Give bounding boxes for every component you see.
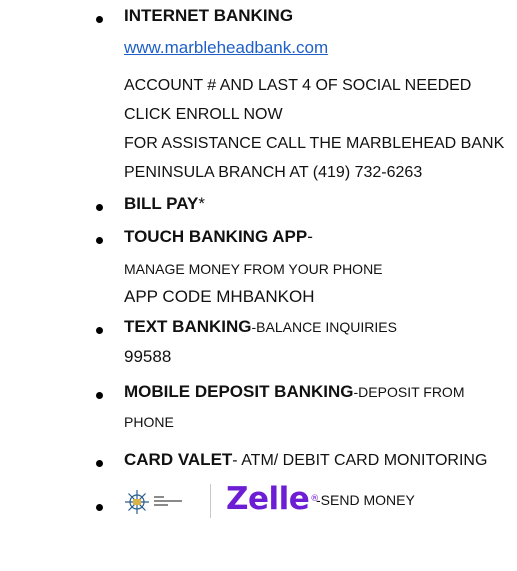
item-title-internet-banking: INTERNET BANKING [124,6,294,25]
item-touch-banking: TOUCH BANKING APP- [124,227,313,247]
item-title-mobile-deposit: MOBILE DEPOSIT BANKING [124,382,354,401]
bullet [96,237,103,244]
text-banking-number: 99588 [124,347,172,366]
bullet [96,327,103,334]
item-title-text-banking: TEXT BANKING [124,317,252,336]
internet-banking-line: ACCOUNT # AND LAST 4 OF SOCIAL NEEDED [124,77,472,94]
marblehead-bank-logo [124,489,202,515]
bullet [96,504,103,511]
zelle-wordmark: Zelle [226,481,310,517]
bank-website-link[interactable]: www.marbleheadbank.com [124,38,328,58]
bill-pay-asterisk: * [198,194,205,213]
ship-wheel-icon [125,490,182,514]
services-document: INTERNET BANKING www.marbleheadbank.com … [0,0,517,571]
bullet [96,460,103,467]
bullet [96,392,103,399]
touch-banking-app-code: APP CODE MHBANKOH [124,287,315,306]
mobile-deposit-suffix: -DEPOSIT FROM [353,384,465,400]
zelle-suffix: -SEND MONEY [316,492,415,508]
internet-banking-line: FOR ASSISTANCE CALL THE MARBLEHEAD BANK [124,135,505,152]
touch-banking-hyphen: - [307,227,313,246]
item-title-card-valet: CARD VALET [124,450,233,469]
text-banking-suffix: -BALANCE INQUIRIES [251,319,397,335]
bullet [96,16,103,23]
zelle-logo: Zelle® [226,482,319,516]
item-card-valet: CARD VALET- ATM/ DEBIT CARD MONITORING [124,450,487,470]
logo-divider [210,484,211,518]
item-title-touch-banking: TOUCH BANKING APP [124,227,308,246]
item-mobile-deposit: MOBILE DEPOSIT BANKING-DEPOSIT FROM [124,382,464,402]
internet-banking-line: PENINSULA BRANCH AT (419) 732-6263 [124,164,423,181]
item-text-banking: TEXT BANKING-BALANCE INQUIRIES [124,317,397,337]
card-valet-suffix: - ATM/ DEBIT CARD MONITORING [232,452,488,469]
item-bill-pay: BILL PAY* [124,194,205,214]
mobile-deposit-line: PHONE [124,414,174,430]
touch-banking-line: MANAGE MONEY FROM YOUR PHONE [124,261,383,277]
item-title-bill-pay: BILL PAY [124,194,199,213]
internet-banking-line: CLICK ENROLL NOW [124,106,283,123]
bullet [96,204,103,211]
